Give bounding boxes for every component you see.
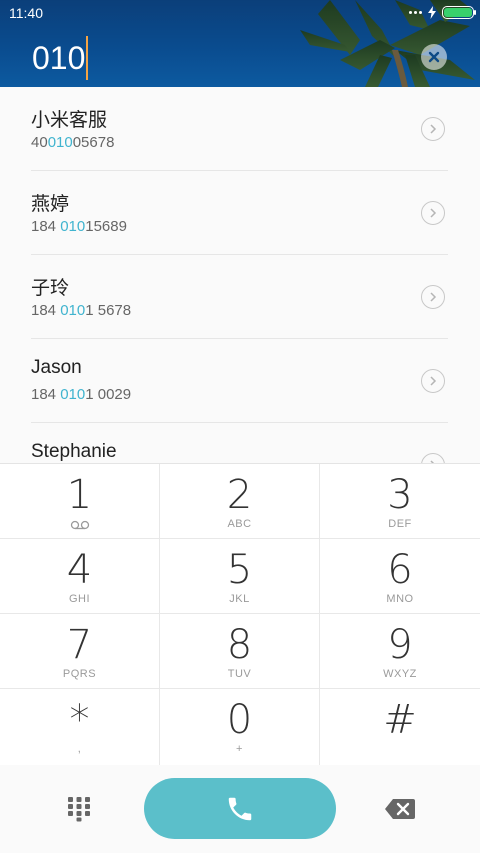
contact-detail-button[interactable] <box>421 369 445 393</box>
status-time: 11:40 <box>9 5 43 21</box>
clear-button[interactable] <box>421 44 447 70</box>
chevron-right-icon <box>430 376 437 386</box>
key-2[interactable]: 2 ABC <box>160 464 320 539</box>
text-cursor <box>86 36 89 80</box>
contact-item[interactable]: 燕婷 184 01015689 <box>31 171 448 255</box>
status-bar: 11:40 <box>0 0 480 28</box>
chevron-right-icon <box>430 208 437 218</box>
voicemail-icon <box>70 520 89 530</box>
contact-number: 184 01015689 <box>31 218 127 235</box>
phone-icon <box>228 797 252 820</box>
contact-name: Stephanie <box>31 441 117 462</box>
contact-name: 燕婷 <box>31 194 70 215</box>
contact-item[interactable]: Jason 184 0101 0029 <box>31 339 448 423</box>
status-icons <box>409 6 476 19</box>
clear-icon <box>428 51 440 63</box>
key-star[interactable]: * , <box>0 689 160 766</box>
contact-name: Jason <box>31 357 82 378</box>
key-5[interactable]: 5 JKL <box>160 539 320 614</box>
contact-detail-button[interactable] <box>421 201 445 225</box>
dial-pad: 1 2 ABC 3 DEF 4 GHI 5 JKL 6 MNO 7 PQRS 8… <box>0 463 480 766</box>
key-7[interactable]: 7 PQRS <box>0 614 160 689</box>
chevron-right-icon <box>430 124 437 134</box>
charging-icon <box>428 6 436 19</box>
contact-item[interactable]: 小米客服 4001005678 <box>31 87 448 171</box>
contact-name: 子玲 <box>31 278 70 299</box>
contact-detail-button[interactable] <box>421 117 445 141</box>
contact-number: 184 0101 5678 <box>31 302 132 319</box>
contact-name: 小米客服 <box>31 110 108 131</box>
key-hash[interactable]: # <box>320 689 480 766</box>
dial-input[interactable]: 010 <box>32 36 89 80</box>
contact-number: 4001005678 <box>31 134 115 151</box>
battery-icon <box>442 6 476 19</box>
contact-number: 184 0101 0029 <box>31 386 132 403</box>
chevron-right-icon <box>430 292 437 302</box>
key-0[interactable]: 0 + <box>160 689 320 766</box>
backspace-icon[interactable] <box>385 799 415 819</box>
wifi-icon <box>409 11 422 14</box>
dialpad-icon[interactable] <box>67 796 91 822</box>
key-8[interactable]: 8 TUV <box>160 614 320 689</box>
call-button[interactable] <box>144 778 336 839</box>
key-9[interactable]: 9 WXYZ <box>320 614 480 689</box>
key-4[interactable]: 4 GHI <box>0 539 160 614</box>
contact-item[interactable]: Stephanie <box>31 423 448 463</box>
contact-detail-button[interactable] <box>421 453 445 463</box>
contact-results-list[interactable]: 小米客服 4001005678 燕婷 184 01015689 子玲 184 0… <box>0 87 480 463</box>
dialer-action-bar <box>0 765 480 853</box>
dialer-header: 11:40 010 <box>0 0 480 87</box>
key-3[interactable]: 3 DEF <box>320 464 480 539</box>
contact-item[interactable]: 子玲 184 0101 5678 <box>31 255 448 339</box>
key-1[interactable]: 1 <box>0 464 160 539</box>
dial-input-value: 010 <box>32 39 86 76</box>
key-6[interactable]: 6 MNO <box>320 539 480 614</box>
contact-detail-button[interactable] <box>421 285 445 309</box>
